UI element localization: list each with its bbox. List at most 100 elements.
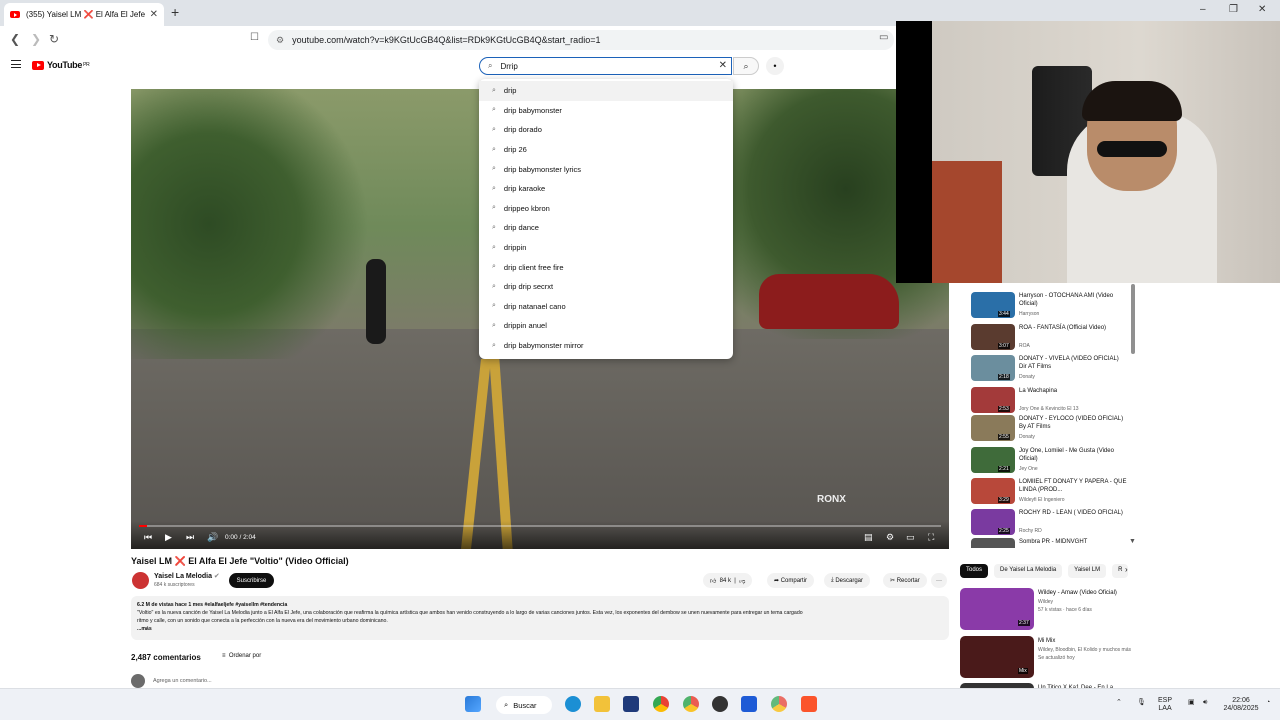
volume-icon[interactable]: 🔊 [207, 532, 218, 543]
clock[interactable]: 22:06 24/08/2025 [1218, 697, 1264, 713]
taskbar-search[interactable]: ⌕ Buscar [496, 696, 552, 714]
theater-mode-icon[interactable]: ▭ [906, 532, 915, 543]
thumb-down-icon[interactable]: 👎︎ [739, 577, 745, 585]
add-comment-input[interactable]: Agrega un comentario... [153, 678, 212, 684]
suggestion-item[interactable]: ⌕ drippeo kbron [479, 199, 733, 219]
suggestion-item[interactable]: ⌕ drip babymonster lyrics [479, 159, 733, 179]
recommendation-item[interactable]: 3:29 LOMIIEL FT DONATY Y PAPERA - QUE LIN… [968, 478, 1133, 508]
tab-close-icon[interactable]: ✕ [150, 9, 158, 20]
voice-search-button[interactable]: • [766, 57, 784, 75]
suggestion-item[interactable]: ⌕ drip babymonster [479, 101, 733, 121]
subtitles-icon[interactable]: ▤ [864, 532, 873, 543]
video-title: Yaisel LM ❌ El Alfa El Jefe "Voltio" (Vi… [131, 556, 349, 566]
notification-icon[interactable]: ◔ [1266, 699, 1270, 707]
clip-button[interactable]: ✂ Recortar [883, 573, 927, 588]
recommendation-title: Wildey - Amaw (Video Oficial) [1038, 590, 1117, 596]
recommendation-item[interactable]: 3:07 ROA - FANTASÍA (Official Video) ROA [968, 324, 1133, 354]
next-icon[interactable]: ⏭ [186, 532, 194, 543]
back-arrow-icon[interactable]: ❮ [10, 32, 20, 46]
search-icon: ⌕ [492, 145, 496, 153]
recommendation-item[interactable]: 2:21 Joy One, Lomiiel - Me Gusta (Video O… [968, 447, 1133, 477]
tray-chevron-icon[interactable]: ⌃ [1116, 699, 1122, 707]
sort-comments-button[interactable]: ≡ Ordenar por [222, 653, 261, 659]
filter-chip[interactable]: De Yaisel La Melodia [994, 564, 1063, 578]
app-icon[interactable] [741, 696, 757, 712]
url-text: youtube.com/watch?v=k9KGtUcGB4Q&list=RDk… [292, 35, 601, 45]
youtube-logo[interactable]: YouTube PR [32, 60, 90, 70]
minimize-button[interactable]: – [1200, 4, 1206, 15]
search-input[interactable]: ⌕ Drrip ✕ [479, 57, 732, 75]
volume-tray-icon[interactable]: 🔊︎ [1203, 699, 1207, 707]
filter-chip[interactable]: Yaisel LM [1068, 564, 1107, 578]
mix-recommendation-item[interactable]: Mix Mi Mix Wildey, Bloodbin, El Kolido y m… [960, 636, 1140, 678]
menu-icon[interactable] [11, 60, 21, 68]
recommendation-item[interactable]: 3:44 Harryson - OTOCHANA AMI (Video Ofici… [968, 292, 1133, 322]
suggestion-item[interactable]: ⌕ drip drip secrxt [479, 277, 733, 297]
file-explorer-icon[interactable] [594, 696, 610, 712]
fullscreen-icon[interactable]: ⛶ [928, 532, 934, 543]
site-info-icon[interactable]: ⚙ [276, 35, 284, 46]
start-windows-icon[interactable] [465, 696, 481, 712]
mix-recommendation-item[interactable]: 2:37 Wildey - Amaw (Video Oficial) Wildey 5… [960, 588, 1140, 630]
suggestion-item[interactable]: ⌕ drip babymonster mirror [479, 336, 733, 356]
recommendation-item[interactable]: 2:53 La Wachapina Jory One & Kevincito El … [968, 387, 1133, 417]
suggestion-item[interactable]: ⌕ drip client free fire [479, 257, 733, 277]
browser-tab[interactable]: (355) Yaisel LM ❌ El Alfa El Jefe ✕ [4, 3, 164, 26]
suggestion-item[interactable]: ⌕ drip 26 [479, 140, 733, 160]
share-button[interactable]: ➦ Compartir [767, 573, 815, 588]
download-button[interactable]: ⤓ Descargar [824, 573, 871, 588]
suggestion-item[interactable]: ⌕ drippin [479, 238, 733, 258]
more-actions-button[interactable]: ··· [931, 573, 947, 588]
channel-name[interactable]: Yaisel La Melodia ✔ [154, 572, 220, 580]
github-icon[interactable] [712, 696, 728, 712]
suggestion-item[interactable]: ⌕ drip [479, 81, 733, 101]
reload-icon[interactable]: ↻ [49, 32, 59, 46]
suggestion-item[interactable]: ⌕ drip dance [479, 218, 733, 238]
search-icon: ⌕ [492, 302, 496, 310]
chrome-profile-icon[interactable] [683, 696, 699, 712]
description-more-link[interactable]: ...más [137, 625, 943, 633]
recommendation-item[interactable]: 2:18 DONATY - VIVELA (VIDEO OFICIAL) Dir … [968, 355, 1133, 385]
cast-icon[interactable]: ▭ [879, 32, 888, 43]
store-icon[interactable] [623, 696, 639, 712]
chips-next-icon[interactable]: › [1125, 565, 1128, 574]
search-icon: ⌕ [492, 184, 496, 192]
edge-browser-icon[interactable] [565, 696, 581, 712]
recommendation-item[interactable]: Sombra PR - MIDNVGHT [968, 538, 1133, 548]
channel-avatar[interactable] [132, 572, 149, 589]
subscribe-button[interactable]: Suscribirse [229, 573, 274, 588]
description-box[interactable]: 6.2 M de vistas hace 1 mes #elalfaeljefe… [131, 596, 949, 640]
maximize-button[interactable]: ❐ [1229, 4, 1238, 15]
play-icon[interactable]: ▶ [165, 532, 172, 543]
close-window-button[interactable]: ✕ [1258, 4, 1266, 15]
recommendation-item[interactable]: 2:25 ROCHY RD - LEAN ( VIDEO OFICIAL) Roch… [968, 509, 1133, 539]
suggestion-item[interactable]: ⌕ drip dorado [479, 120, 733, 140]
scrollbar-thumb[interactable] [1131, 284, 1135, 354]
progress-bar[interactable] [139, 525, 941, 527]
description-text-line1: "Voltio" es la nueva canción de Yaisel L… [137, 610, 803, 616]
microphone-tray-icon[interactable]: 🎙︎ [1137, 699, 1146, 707]
recommendation-item[interactable]: 2:55 DONATY - EYLOCO (VIDEO OFICIAL) By A… [968, 415, 1133, 445]
chrome-icon[interactable] [653, 696, 669, 712]
suggestion-item[interactable]: ⌕ drip natanael cano [479, 297, 733, 317]
brave-browser-icon[interactable] [801, 696, 817, 712]
chrome-profile2-icon[interactable] [771, 696, 787, 712]
add-comment-row[interactable]: Agrega un comentario... [131, 674, 212, 688]
like-button[interactable]: 👍︎ 84 k | 👎︎ [703, 573, 753, 588]
suggestion-item[interactable]: ⌕ drip karaoke [479, 179, 733, 199]
search-button[interactable]: ⌕ [733, 57, 759, 75]
filter-chip[interactable]: Todos [960, 564, 989, 578]
network-icon[interactable]: ▣ [1188, 699, 1195, 707]
bookmark-icon[interactable]: ☐ [250, 32, 259, 43]
recommendations-scrollbar[interactable] [1130, 284, 1136, 546]
clear-search-icon[interactable]: ✕ [719, 60, 727, 71]
suggestion-item[interactable]: ⌕ drippin anuel [479, 316, 733, 336]
forward-arrow-icon[interactable]: ❯ [31, 32, 41, 46]
previous-icon[interactable]: ⏮ [144, 532, 152, 543]
settings-gear-icon[interactable]: ⚙ [886, 532, 894, 543]
video-thumbnail[interactable] [971, 538, 1015, 548]
new-tab-button[interactable]: + [171, 4, 179, 20]
address-bar[interactable]: ⚙ youtube.com/watch?v=k9KGtUcGB4Q&list=R… [268, 30, 894, 50]
language-indicator[interactable]: ESP LAA [1158, 697, 1172, 713]
scroll-down-icon[interactable]: ▼ [1129, 538, 1136, 545]
